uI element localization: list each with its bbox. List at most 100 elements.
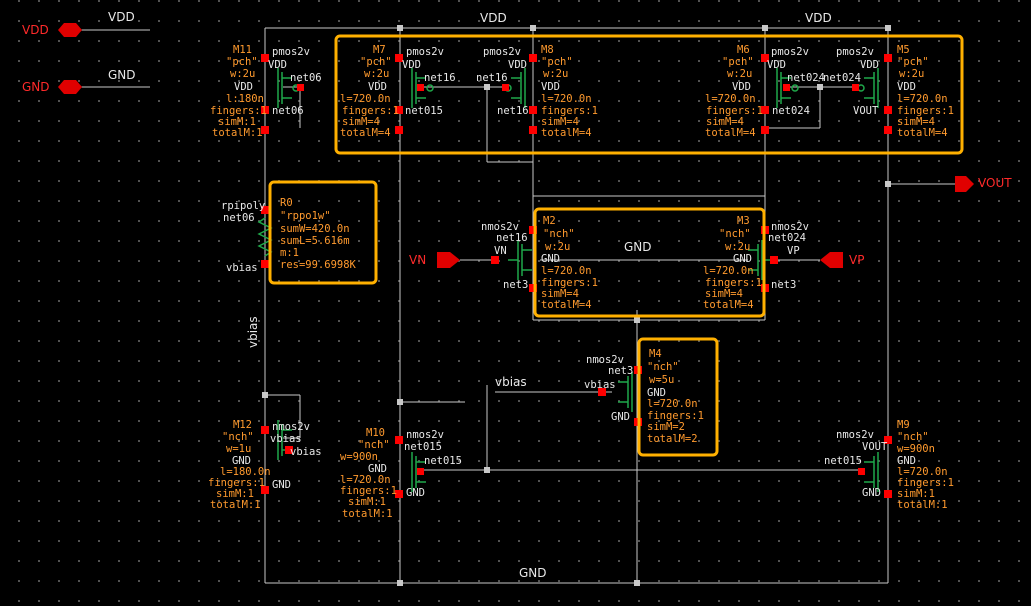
m9-net-b: GND [862, 487, 881, 499]
m4-net-t: net3 [608, 365, 634, 377]
m9-fingers: fingers:1 [897, 477, 954, 489]
vp-pin-label[interactable]: VP [849, 254, 864, 266]
m5-simm: simM=4 [897, 116, 935, 128]
m3-type: nmos2v [771, 221, 809, 233]
m10-gate: net015 [424, 455, 462, 467]
m5-net-b: VOUT [853, 105, 879, 117]
gnd-net-label: GND [108, 68, 136, 82]
gnd-bottom-label: GND [519, 566, 547, 580]
m3-net-b: net3 [771, 279, 797, 291]
m2-w: w:2u [545, 241, 571, 253]
m7-model: "pch" [360, 56, 392, 68]
m11-net-r: net06 [290, 72, 322, 84]
m12-simm: simM:1 [216, 488, 254, 500]
vn-pin-label[interactable]: VN [409, 254, 426, 266]
vout-pin-label[interactable]: VOUT [978, 177, 1012, 189]
m12-l: l=180.0n [220, 466, 271, 478]
m11-net-b: net06 [272, 105, 304, 117]
m8-type: pmos2v [483, 46, 521, 58]
m2-symbol [508, 240, 532, 280]
m2-body: GND [541, 253, 560, 265]
m5-vdd1: VDD [860, 59, 879, 71]
m4-net-b: GND [611, 411, 630, 423]
m5-type: pmos2v [836, 46, 874, 58]
m12-model: "nch" [222, 431, 254, 443]
m10-model: "nch" [358, 439, 390, 451]
schematic-wires [58, 23, 974, 586]
m10-fingers: fingers:1 [340, 485, 397, 497]
m7-totalm: totalM=4 [340, 127, 391, 139]
vdd-pin-label[interactable]: VDD [22, 24, 49, 36]
m7-l: l=720.0n [340, 93, 391, 105]
m6-vdd1: VDD [767, 59, 786, 71]
r0-model: "rppo1w" [280, 210, 331, 222]
m2-net-t: net16 [496, 232, 528, 244]
m8-fingers: fingers:1 [541, 105, 598, 117]
m8-net-l: net16 [476, 72, 508, 84]
m5-w: w:2u [899, 68, 925, 80]
m9-l: l=720.0n [897, 466, 948, 478]
m4-l: l=720.0n [647, 398, 698, 410]
m7-fingers: fingers:1 [342, 105, 399, 117]
m11-model: "pch" [226, 56, 258, 68]
m3-gate: VP [787, 245, 800, 257]
m4-simm: simM=2 [647, 421, 685, 433]
m12-gate: vbias [290, 446, 322, 458]
m10-name: M10 [366, 427, 385, 439]
m11-type: pmos2v [272, 46, 310, 58]
m7-name: M7 [373, 44, 386, 56]
schematic-canvas[interactable]: VDD GND VN VP VOUT VDD GND VDD VDD GND G… [0, 0, 1031, 606]
m3-simm: simM=4 [705, 288, 743, 300]
gnd-mid-label: GND [624, 240, 652, 254]
m8-simm: simM=4 [541, 116, 579, 128]
m4-w: w=5u [649, 374, 675, 386]
m12-totalm: totalM:1 [210, 499, 261, 511]
m2-model: "nch" [543, 228, 575, 240]
m9-name: M9 [897, 419, 910, 431]
m9-type: nmos2v [836, 429, 874, 441]
r0-m: m:1 [280, 247, 299, 259]
m5-model: "pch" [897, 56, 929, 68]
m6-l: l=720.0n [705, 93, 756, 105]
vdd-top-right-label: VDD [805, 11, 832, 25]
m11-simm: simM:1 [218, 116, 256, 128]
m3-l: l=720.0n [703, 265, 754, 277]
m3-model: "nch" [719, 228, 751, 240]
m10-type: nmos2v [406, 429, 444, 441]
r0-net-t: net06 [223, 212, 255, 224]
vn-pin-shape [437, 252, 460, 268]
m5-l: l=720.0n [897, 93, 948, 105]
m9-totalm: totalM:1 [897, 499, 948, 511]
m4-name: M4 [649, 348, 662, 360]
m4-symbol [618, 372, 633, 412]
m7-simm: simM=4 [342, 116, 380, 128]
m5-symbol [857, 68, 879, 108]
m10-net-b: GND [406, 487, 425, 499]
r0-name: R0 [280, 197, 293, 209]
m11-name: M11 [233, 44, 252, 56]
vout-pin-shape [955, 176, 974, 192]
m6-type: pmos2v [771, 46, 809, 58]
vbias-wire-label: vbias [495, 375, 527, 389]
m3-net-t: net024 [768, 232, 806, 244]
m10-net-t: net015 [404, 441, 442, 453]
r0-res: res=99.6998K [280, 259, 356, 271]
m9-body: GND [897, 455, 916, 467]
r0-sumw: sumW=420.0n [280, 223, 350, 235]
r0-net-b: vbias [226, 262, 258, 274]
m8-w: w:2u [543, 68, 569, 80]
m2-l: l=720.0n [541, 265, 592, 277]
m11-totalm: totalM:1 [212, 127, 263, 139]
m10-l: l=720.0n [340, 474, 391, 486]
m10-totalm: totalM:1 [342, 508, 393, 520]
vdd-top-label: VDD [480, 11, 507, 25]
m6-w: w:2u [727, 68, 753, 80]
gnd-pin-label[interactable]: GND [22, 81, 50, 93]
m11-vdd2: VDD [234, 81, 253, 93]
m2-net-b: net3 [503, 279, 529, 291]
m12-net-b: GND [272, 479, 291, 491]
m2-gate: VN [494, 245, 507, 257]
m8-name: M8 [541, 44, 554, 56]
m8-l: l=720.0n [541, 93, 592, 105]
m4-type: nmos2v [586, 354, 624, 366]
